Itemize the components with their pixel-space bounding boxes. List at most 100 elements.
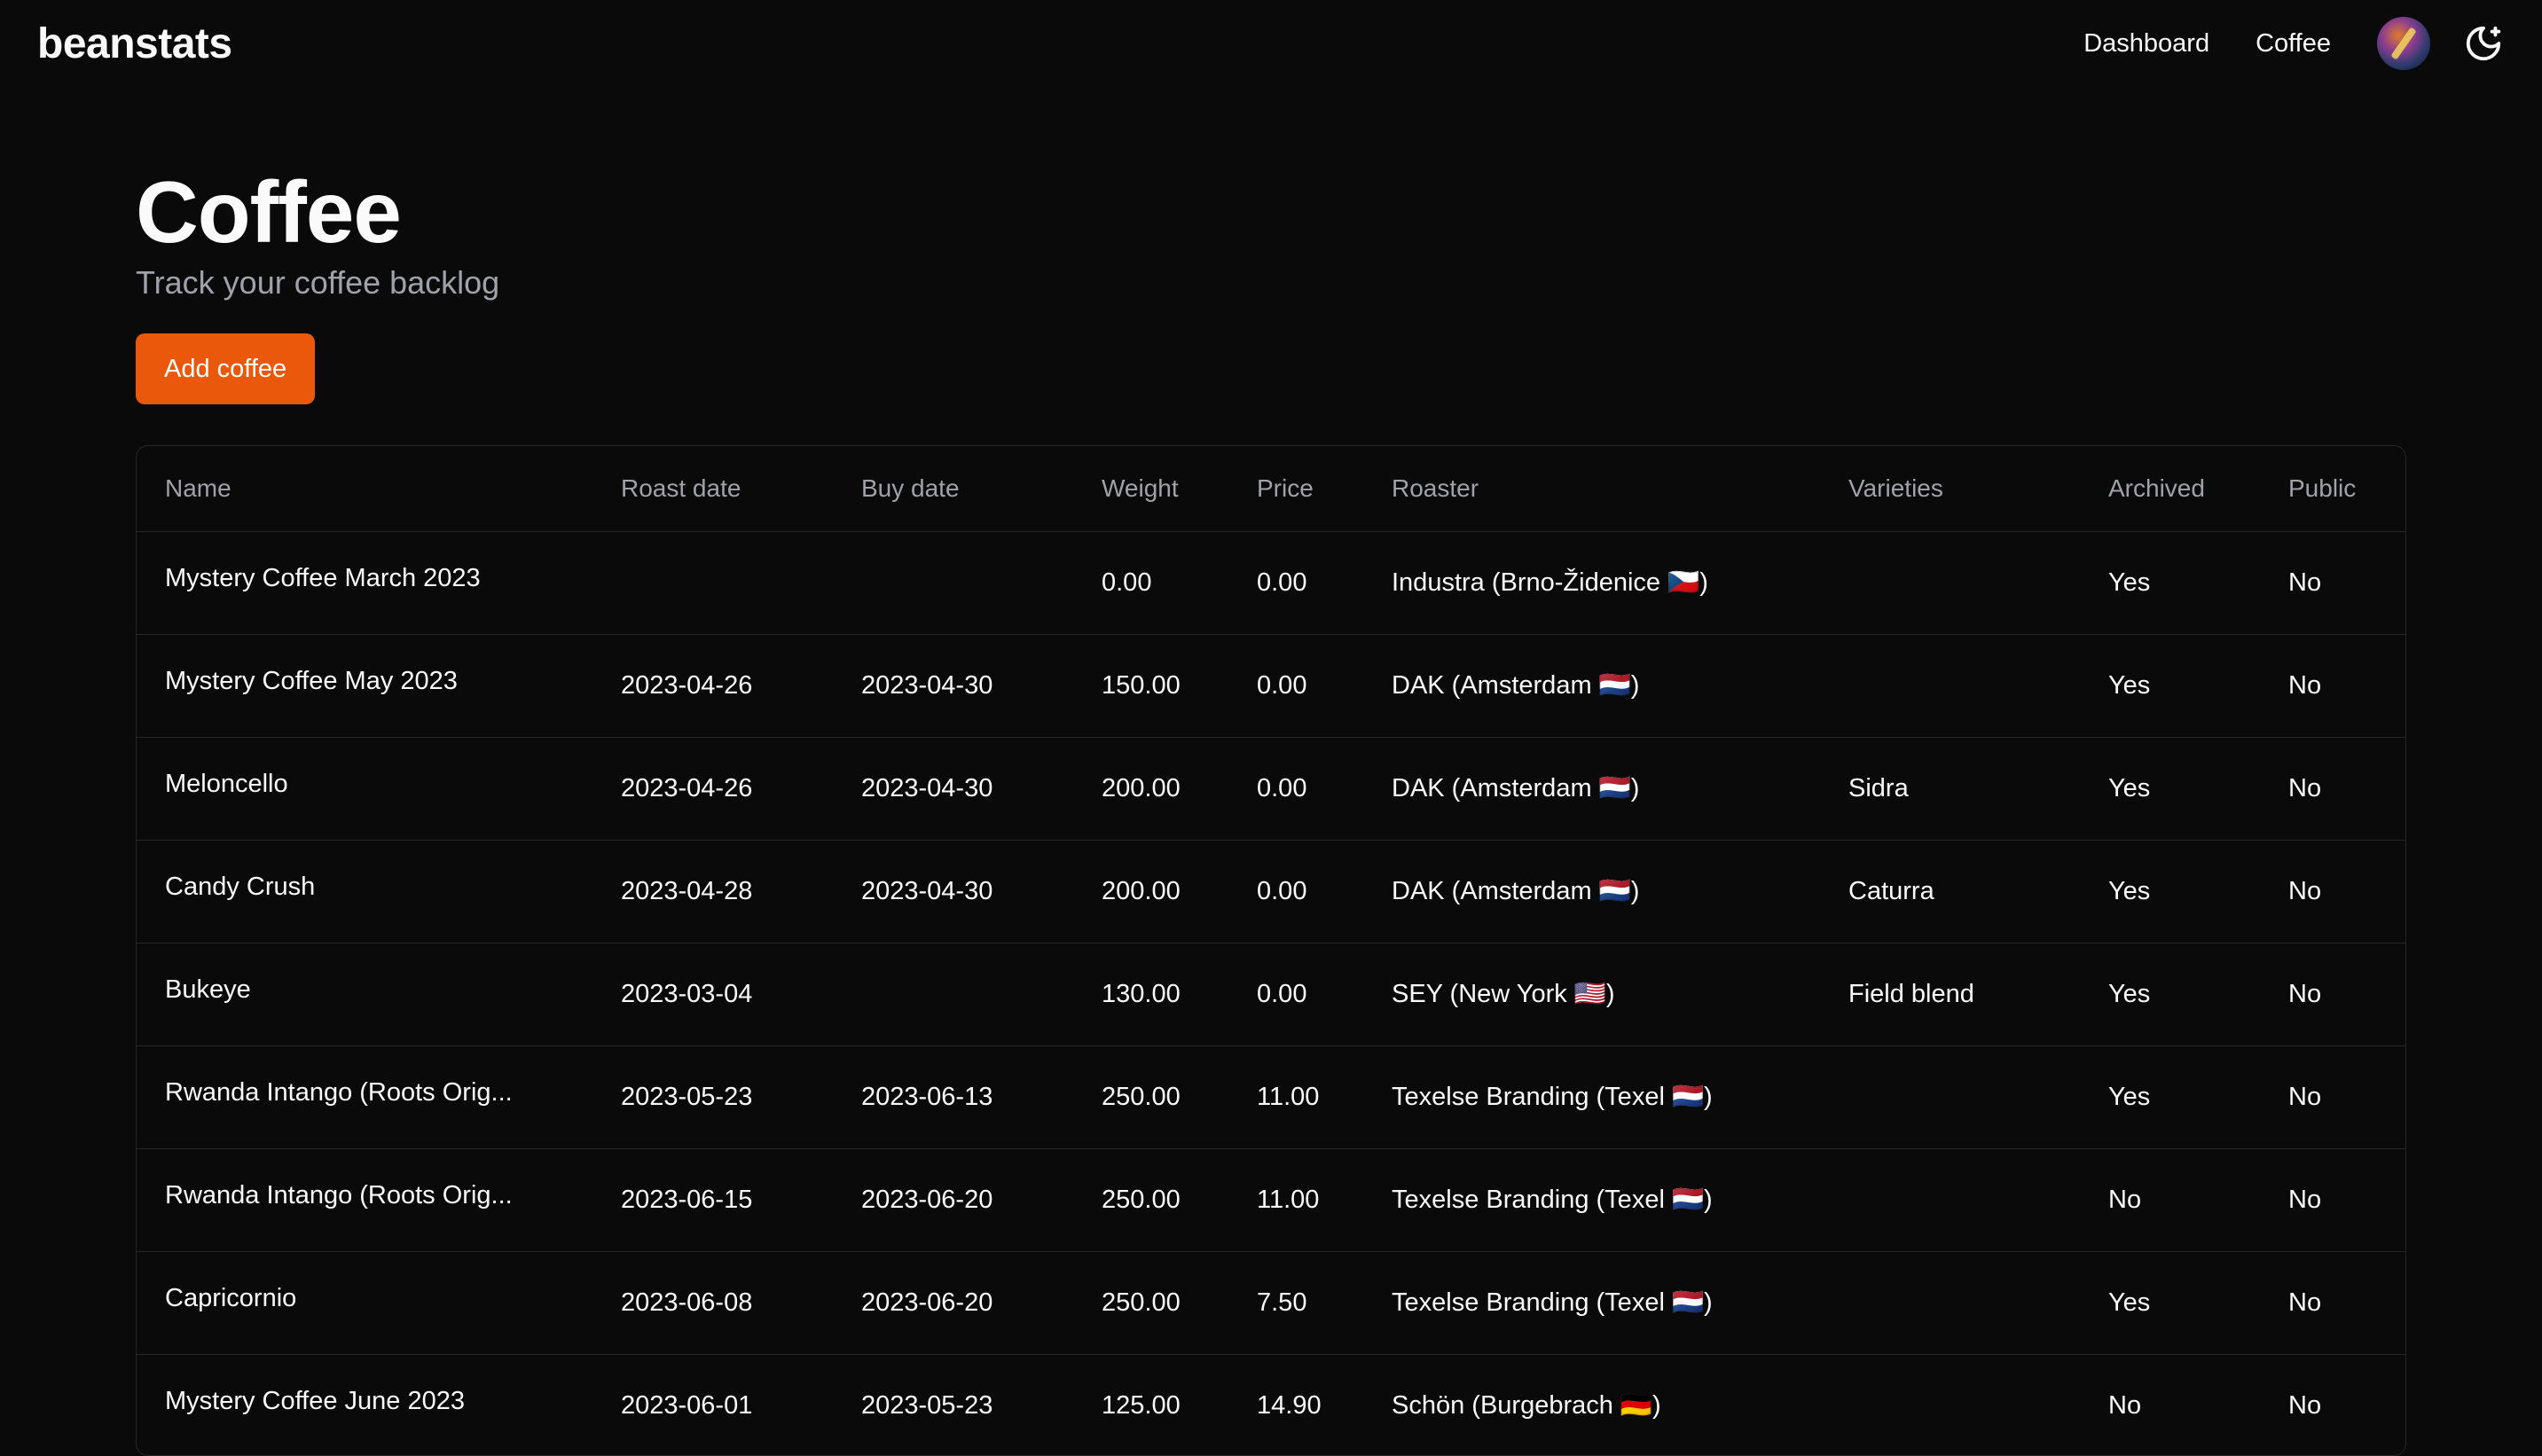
table-row[interactable]: Capricornio 2023-06-08 2023-06-20 250.00 7.5… [137,1251,2405,1354]
cell-price: 11.00 [1257,1185,1320,1214]
table-row[interactable]: Candy Crush 2023-04-28 2023-04-30 200.00 0.0… [137,840,2405,943]
cell-price: 0.00 [1257,670,1307,700]
cell-roaster: DAK (Amsterdam 🇳🇱) [1392,774,1640,802]
nav-link-dashboard[interactable]: Dashboard [2083,29,2209,59]
table-header-row: Name Roast date Buy date Weight Price Roaster… [137,446,2405,531]
cell-price: 7.50 [1257,1288,1307,1317]
column-header-weight: Weight [1102,474,1179,502]
table-body: Mystery Coffee March 2023 0.00 0.00 Industr… [137,531,2405,1455]
cell-archived: Yes [2108,1082,2151,1111]
cell-roast-date: 2023-06-08 [621,1288,753,1317]
cell-public: No [2288,773,2322,802]
cell-public: No [2288,568,2322,597]
cell-varieties [1820,1354,2080,1455]
brand-logo[interactable]: beanstats [37,20,232,68]
column-header-roast-date: Roast date [621,474,741,502]
cell-name[interactable]: Mystery Coffee May 2023 [137,634,592,737]
cell-varieties [1820,531,2080,634]
page-subtitle: Track your coffee backlog [136,264,500,301]
table-row[interactable]: Mystery Coffee June 2023 2023-06-01 2023-0… [137,1354,2405,1455]
cell-varieties: Field blend [1848,979,1974,1008]
table-row[interactable]: Rwanda Intango (Roots Orig... 2023-05-23 2… [137,1045,2405,1148]
cell-roast-date: 2023-04-28 [621,876,753,905]
moon-star-icon [2466,26,2501,61]
cell-buy-date: 2023-06-13 [861,1082,993,1111]
cell-weight: 250.00 [1102,1288,1181,1317]
cell-name[interactable]: Meloncello [137,737,592,840]
cell-roast-date: 2023-03-04 [621,979,753,1008]
cell-varieties [1820,1251,2080,1354]
cell-price: 0.00 [1257,979,1307,1008]
column-header-buy-date: Buy date [861,474,960,502]
nav-link-coffee[interactable]: Coffee [2256,29,2331,59]
cell-buy-date: 2023-04-30 [861,876,993,905]
cell-name[interactable]: Capricornio [137,1251,592,1354]
table-row[interactable]: Mystery Coffee March 2023 0.00 0.00 Industr… [137,531,2405,634]
cell-archived: Yes [2108,670,2151,700]
coffee-table: Name Roast date Buy date Weight Price Roaster… [136,445,2406,1456]
cell-buy-date: 2023-06-20 [861,1288,993,1317]
page-header: Coffee Track your coffee backlog Add cof… [136,168,2406,404]
cell-price: 0.00 [1257,568,1307,597]
cell-public: No [2288,1082,2322,1111]
cell-name[interactable]: Rwanda Intango (Roots Orig... [137,1045,592,1148]
cell-roaster: DAK (Amsterdam 🇳🇱) [1392,671,1640,700]
table-row[interactable]: Mystery Coffee May 2023 2023-04-26 2023-04… [137,634,2405,737]
cell-roaster: Texelse Branding (Texel 🇳🇱) [1392,1186,1713,1214]
cell-varieties [1820,634,2080,737]
cell-roast-date [592,531,833,634]
table-row[interactable]: Meloncello 2023-04-26 2023-04-30 200.00 0.00… [137,737,2405,840]
cell-roaster: DAK (Amsterdam 🇳🇱) [1392,877,1640,905]
cell-varieties: Caturra [1848,876,1934,905]
user-avatar[interactable] [2377,17,2430,70]
cell-weight: 150.00 [1102,670,1181,700]
cell-weight: 250.00 [1102,1082,1181,1111]
cell-name[interactable]: Mystery Coffee March 2023 [137,531,592,634]
column-header-public: Public [2288,474,2357,502]
cell-buy-date: 2023-04-30 [861,670,993,700]
cell-varieties [1820,1148,2080,1251]
cell-weight: 200.00 [1102,876,1181,905]
cell-varieties: Sidra [1848,773,1909,802]
nav-menu: Dashboard Coffee [2083,17,2505,70]
cell-roast-date: 2023-06-15 [621,1185,753,1214]
cell-roaster: Schön (Burgebrach 🇩🇪) [1392,1391,1661,1420]
cell-varieties [1820,1045,2080,1148]
cell-roast-date: 2023-05-23 [621,1082,753,1111]
cell-name[interactable]: Mystery Coffee June 2023 [137,1354,592,1455]
cell-public: No [2288,1185,2322,1214]
cell-buy-date: 2023-05-23 [861,1390,993,1420]
cell-name[interactable]: Candy Crush [137,840,592,943]
cell-archived: Yes [2108,876,2151,905]
cell-weight: 125.00 [1102,1390,1181,1420]
page-title: Coffee [136,163,402,261]
cell-price: 0.00 [1257,773,1307,802]
table-row[interactable]: Rwanda Intango (Roots Orig... 2023-06-15 2… [137,1148,2405,1251]
cell-name[interactable]: Rwanda Intango (Roots Orig... [137,1148,592,1251]
add-coffee-button[interactable]: Add coffee [136,333,316,404]
column-header-price: Price [1257,474,1314,502]
cell-weight: 250.00 [1102,1185,1181,1214]
cell-name[interactable]: Bukeye [137,943,592,1045]
cell-archived: No [2108,1185,2142,1214]
cell-roast-date: 2023-04-26 [621,773,753,802]
cell-buy-date: 2023-04-30 [861,773,993,802]
cell-public: No [2288,1390,2322,1420]
cell-public: No [2288,670,2322,700]
column-header-roaster: Roaster [1392,474,1479,502]
cell-public: No [2288,1288,2322,1317]
column-header-name: Name [165,474,231,502]
cell-archived: No [2108,1390,2142,1420]
cell-public: No [2288,979,2322,1008]
cell-buy-date: 2023-06-20 [861,1185,993,1214]
cell-roaster: Texelse Branding (Texel 🇳🇱) [1392,1083,1713,1111]
cell-weight: 130.00 [1102,979,1181,1008]
theme-toggle-button[interactable] [2462,22,2505,65]
cell-archived: Yes [2108,568,2151,597]
cell-archived: Yes [2108,1288,2151,1317]
cell-price: 14.90 [1257,1390,1322,1420]
table-row[interactable]: Bukeye 2023-03-04 130.00 0.00 SEY (New York … [137,943,2405,1045]
cell-roaster: Texelse Branding (Texel 🇳🇱) [1392,1288,1713,1317]
cell-price: 0.00 [1257,876,1307,905]
cell-roast-date: 2023-06-01 [621,1390,753,1420]
